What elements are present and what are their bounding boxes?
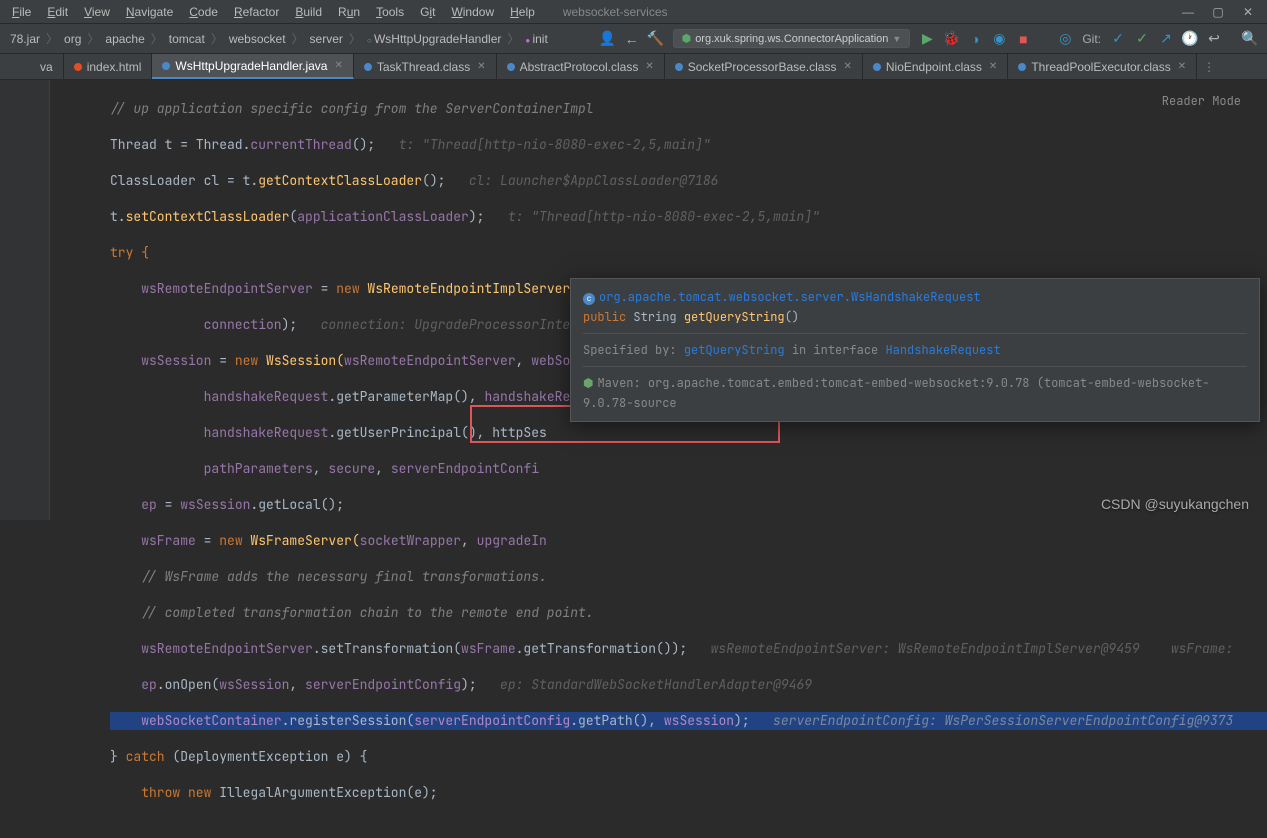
library-icon: ⬢	[583, 375, 593, 391]
crumb-method[interactable]: init	[521, 30, 551, 48]
hammer-icon[interactable]: 🔨	[645, 28, 667, 50]
watermark: CSDN @suyukangchen	[1101, 496, 1249, 512]
menu-file[interactable]: File	[4, 2, 39, 22]
menu-edit[interactable]: Edit	[39, 2, 76, 22]
menu-git[interactable]: Git	[412, 2, 443, 22]
close-icon[interactable]: ✕	[477, 61, 485, 72]
close-button[interactable]: ✕	[1233, 5, 1263, 19]
class-icon	[873, 63, 881, 71]
crumb-apache[interactable]: apache	[101, 30, 148, 48]
close-icon[interactable]: ✕	[843, 61, 851, 72]
git-label: Git:	[1078, 32, 1105, 46]
toolbar: 78.jar〉 org〉 apache〉 tomcat〉 websocket〉 …	[0, 24, 1267, 54]
menu-window[interactable]: Window	[443, 2, 502, 22]
target-icon[interactable]: ◎	[1054, 28, 1076, 50]
run-icon[interactable]: ▶	[916, 28, 938, 50]
git-history-icon[interactable]: 🕐	[1179, 28, 1201, 50]
tab-taskthread[interactable]: TaskThread.class✕	[354, 54, 497, 79]
tab-va[interactable]: va	[30, 54, 64, 79]
profiler-icon[interactable]: ◉	[988, 28, 1010, 50]
coverage-icon[interactable]: ◑	[964, 28, 986, 50]
tab-index-html[interactable]: index.html	[64, 54, 153, 79]
project-title: websocket-services	[563, 5, 668, 19]
run-config-dropdown[interactable]: ⬢ org.xuk.spring.ws.ConnectorApplication…	[673, 29, 911, 48]
git-rollback-icon[interactable]: ↩	[1203, 28, 1225, 50]
menu-run[interactable]: Run	[330, 2, 368, 22]
maximize-button[interactable]: ▢	[1203, 5, 1233, 19]
class-icon	[1018, 63, 1026, 71]
search-icon[interactable]: 🔍	[1239, 28, 1261, 50]
class-icon	[675, 63, 683, 71]
crumb-tomcat[interactable]: tomcat	[165, 30, 209, 48]
minimize-button[interactable]: —	[1173, 5, 1203, 19]
editor-tabs: va index.html WsHttpUpgradeHandler.java✕…	[0, 54, 1267, 80]
menu-view[interactable]: View	[76, 2, 118, 22]
html-icon	[74, 63, 82, 71]
popup-signature: public String getQueryString()	[583, 307, 1247, 327]
tab-socketprocessorbase[interactable]: SocketProcessorBase.class✕	[665, 54, 863, 79]
close-icon[interactable]: ✕	[334, 60, 342, 71]
crumb-org[interactable]: org	[60, 30, 85, 48]
crumb-jar[interactable]: 78.jar	[6, 30, 44, 48]
git-push-icon[interactable]: ↗	[1155, 28, 1177, 50]
close-icon[interactable]: ✕	[645, 61, 653, 72]
crumb-class[interactable]: WsHttpUpgradeHandler	[363, 30, 505, 48]
class-icon: c	[583, 293, 595, 305]
menu-code[interactable]: Code	[181, 2, 226, 22]
menu-bar: File Edit View Navigate Code Refactor Bu…	[0, 0, 1267, 24]
tabs-more[interactable]: ⋮	[1197, 60, 1221, 74]
menu-tools[interactable]: Tools	[368, 2, 412, 22]
tab-abstractprotocol[interactable]: AbstractProtocol.class✕	[497, 54, 665, 79]
class-icon	[364, 63, 372, 71]
tab-wshttpupgradehandler[interactable]: WsHttpUpgradeHandler.java✕	[152, 54, 353, 79]
java-icon	[162, 62, 170, 70]
menu-help[interactable]: Help	[502, 2, 543, 22]
code-area[interactable]: // up application specific config from t…	[50, 80, 1267, 838]
code-editor[interactable]: Reader Mode // up application specific c…	[0, 80, 1267, 520]
quick-doc-popup[interactable]: c org.apache.tomcat.websocket.server.WsHa…	[570, 278, 1260, 422]
user-icon[interactable]: 👤	[597, 28, 619, 50]
close-icon[interactable]: ✕	[989, 61, 997, 72]
git-commit-icon[interactable]: ✓	[1131, 28, 1153, 50]
crumb-websocket[interactable]: websocket	[225, 30, 290, 48]
chevron-down-icon: ▼	[892, 34, 901, 44]
tab-nioendpoint[interactable]: NioEndpoint.class✕	[863, 54, 1008, 79]
git-update-icon[interactable]: ✓	[1107, 28, 1129, 50]
popup-maven-source: ⬢Maven: org.apache.tomcat.embed:tomcat-e…	[583, 366, 1247, 413]
menu-navigate[interactable]: Navigate	[118, 2, 181, 22]
popup-specified-by: Specified by: getQueryString in interfac…	[583, 333, 1247, 360]
close-icon[interactable]: ✕	[1178, 61, 1186, 72]
popup-package[interactable]: org.apache.tomcat.websocket.server.WsHan…	[599, 289, 981, 305]
editor-gutter	[0, 80, 50, 520]
class-icon	[507, 63, 515, 71]
run-config-label: org.xuk.spring.ws.ConnectorApplication	[695, 33, 888, 45]
back-icon[interactable]: ←	[621, 28, 643, 50]
menu-build[interactable]: Build	[287, 2, 330, 22]
menu-refactor[interactable]: Refactor	[226, 2, 287, 22]
stop-icon[interactable]: ■	[1012, 28, 1034, 50]
breadcrumb[interactable]: 78.jar〉 org〉 apache〉 tomcat〉 websocket〉 …	[6, 30, 552, 48]
crumb-server[interactable]: server	[306, 30, 347, 48]
tab-threadpoolexecutor[interactable]: ThreadPoolExecutor.class✕	[1008, 54, 1197, 79]
debug-icon[interactable]: 🐞	[940, 28, 962, 50]
